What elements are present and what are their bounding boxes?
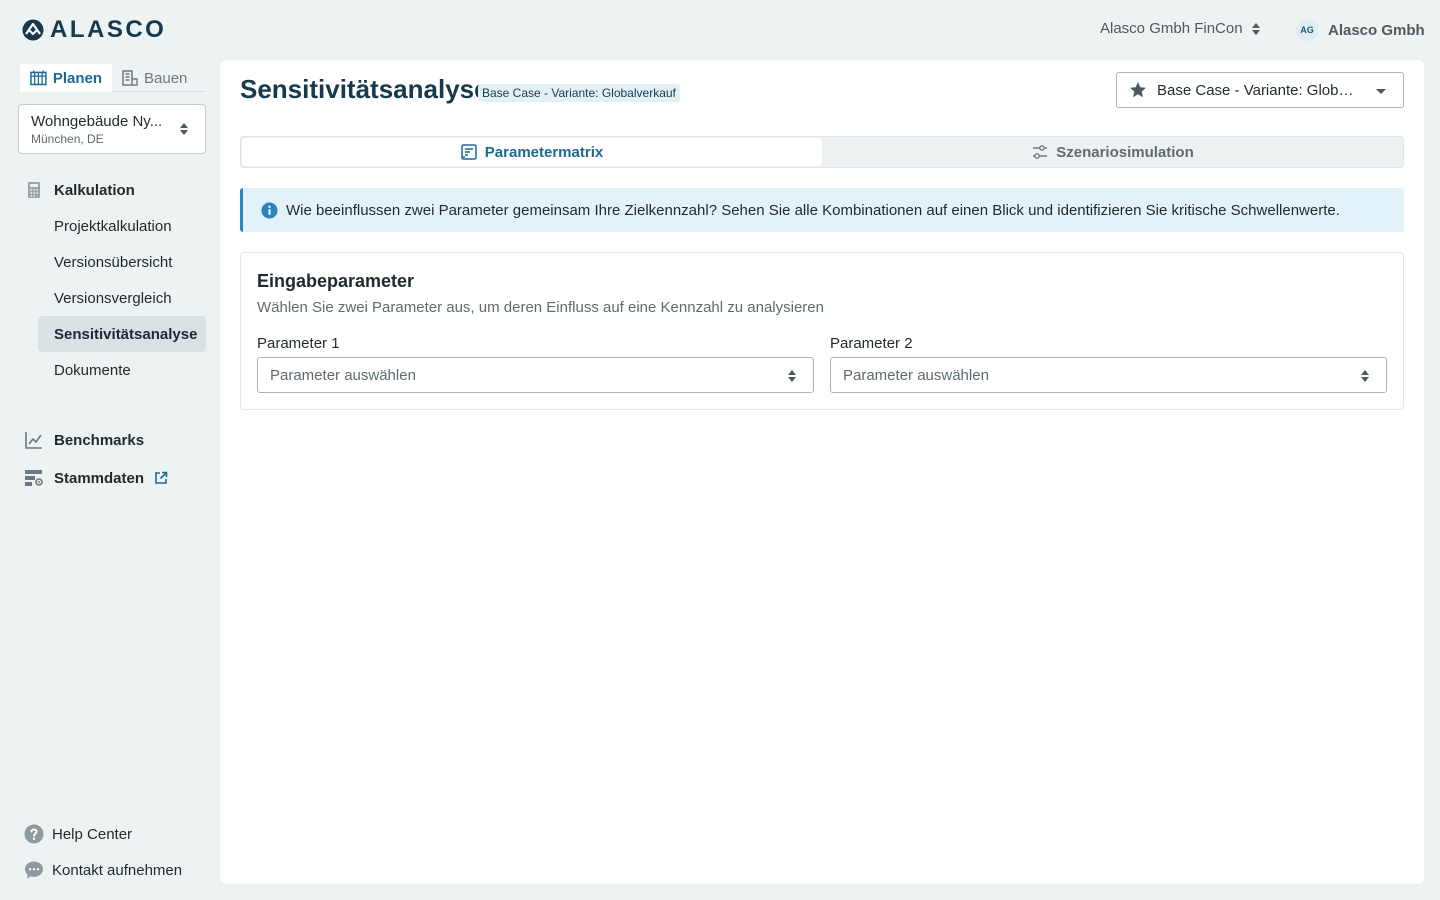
alasco-logo[interactable]: ALASCO (22, 18, 166, 42)
chat-icon (25, 861, 43, 879)
sort-arrows-icon (1361, 370, 1369, 382)
user-menu[interactable]: AG Alasco Gmbh (1296, 19, 1425, 41)
nav-group-benchmarks[interactable]: Benchmarks (24, 430, 144, 450)
nav-group-kalkulation-label: Kalkulation (54, 181, 135, 199)
variant-badge: Base Case - Variante: Globalverkauf (478, 84, 680, 102)
project-selector[interactable]: Wohngebäude Ny... München, DE (18, 104, 206, 154)
sidebar-item-projektkalkulation[interactable]: Projektkalkulation (38, 208, 206, 244)
star-icon (1130, 82, 1146, 98)
help-icon (24, 824, 44, 844)
nav-group-benchmarks-label: Benchmarks (54, 431, 145, 449)
tab-parametermatrix-label: Parametermatrix (484, 143, 604, 161)
tab-bauen-label: Bauen (144, 69, 188, 87)
nav-group-stammdaten-label: Stammdaten (54, 469, 145, 487)
nav-group-kalkulation[interactable]: Kalkulation (24, 180, 135, 200)
top-bar: ALASCO Alasco Gmbh FinCon AG Alasco Gmbh (0, 0, 1440, 60)
caret-down-icon (1376, 89, 1386, 94)
sidebar-item-sensitivitaetsanalyse[interactable]: Sensitivitätsanalyse (38, 316, 206, 352)
parameter-1-select[interactable]: Parameter auswählen (257, 357, 814, 393)
org-switcher-label: Alasco Gmbh FinCon (1100, 20, 1243, 37)
logo-text: ALASCO (50, 16, 167, 43)
calculator-icon (28, 182, 40, 198)
mode-tabs: Planen Bauen (20, 64, 204, 92)
info-banner: Wie beeinflussen zwei Parameter gemeinsa… (240, 188, 1404, 232)
sliders-icon (1033, 145, 1048, 159)
sidebar-item-label: Versionsübersicht (54, 253, 173, 271)
external-link-icon (155, 471, 168, 484)
org-switcher[interactable]: Alasco Gmbh FinCon (1100, 20, 1261, 37)
nav-group-stammdaten[interactable]: Stammdaten (24, 468, 168, 488)
project-location: München, DE (31, 132, 104, 146)
view-tabs: Parametermatrix Szenariosimulation (240, 136, 1404, 168)
info-text: Wie beeinflussen zwei Parameter gemeinsa… (286, 201, 1340, 219)
sidebar-item-versionsvergleich[interactable]: Versionsvergleich (38, 280, 206, 316)
alasco-logo-icon (22, 19, 44, 41)
page-title: Sensitivitätsanalyse (240, 74, 489, 104)
sidebar-item-versionsuebersicht[interactable]: Versionsübersicht (38, 244, 206, 280)
info-icon (261, 202, 278, 218)
main-panel: Sensitivitätsanalyse Base Case - Variant… (220, 60, 1424, 884)
tab-parametermatrix[interactable]: Parametermatrix (242, 138, 822, 166)
sidebar-item-label: Versionsvergleich (54, 289, 172, 307)
tab-szenariosimulation-label: Szenariosimulation (1056, 143, 1194, 161)
card-title: Eingabeparameter (257, 271, 415, 291)
user-name: Alasco Gmbh (1328, 21, 1425, 39)
help-center-link[interactable]: Help Center (24, 824, 132, 844)
parameter-2-select[interactable]: Parameter auswählen (830, 357, 1387, 393)
input-parameters-card: Eingabeparameter Wählen Sie zwei Paramet… (240, 252, 1404, 410)
project-name: Wohngebäude Ny... (31, 113, 163, 130)
planning-icon (30, 70, 47, 86)
sidebar-item-label: Sensitivitätsanalyse (54, 325, 198, 343)
contact-label: Kontakt aufnehmen (52, 861, 183, 879)
sort-arrows-icon (1251, 22, 1260, 35)
tab-planen[interactable]: Planen (20, 64, 112, 92)
database-settings-icon (25, 470, 43, 486)
sidebar-item-dokumente[interactable]: Dokumente (38, 352, 206, 388)
sidebar-item-label: Dokumente (54, 361, 131, 379)
tab-szenariosimulation[interactable]: Szenariosimulation (823, 137, 1403, 167)
variant-selector[interactable]: Base Case - Variante: Globalverkauf (1116, 72, 1404, 108)
tab-planen-label: Planen (52, 69, 102, 87)
matrix-icon (461, 144, 477, 160)
sidebar-item-label: Projektkalkulation (54, 217, 172, 235)
tab-bauen[interactable]: Bauen (112, 64, 197, 92)
parameter-1-label: Parameter 1 (257, 335, 340, 352)
line-chart-icon (25, 432, 42, 449)
avatar: AG (1296, 19, 1318, 41)
parameter-2-label: Parameter 2 (830, 335, 913, 352)
contact-link[interactable]: Kontakt aufnehmen (24, 860, 182, 880)
sort-arrows-icon (788, 370, 796, 382)
help-center-label: Help Center (52, 825, 133, 843)
card-subtitle: Wählen Sie zwei Parameter aus, um deren … (257, 299, 824, 316)
parameter-1-placeholder: Parameter auswählen (270, 366, 416, 384)
parameter-2-placeholder: Parameter auswählen (843, 366, 989, 384)
building-icon (122, 70, 138, 86)
variant-selector-label: Base Case - Variante: Globalverkauf (1157, 81, 1361, 99)
sort-arrows-icon (180, 123, 188, 135)
